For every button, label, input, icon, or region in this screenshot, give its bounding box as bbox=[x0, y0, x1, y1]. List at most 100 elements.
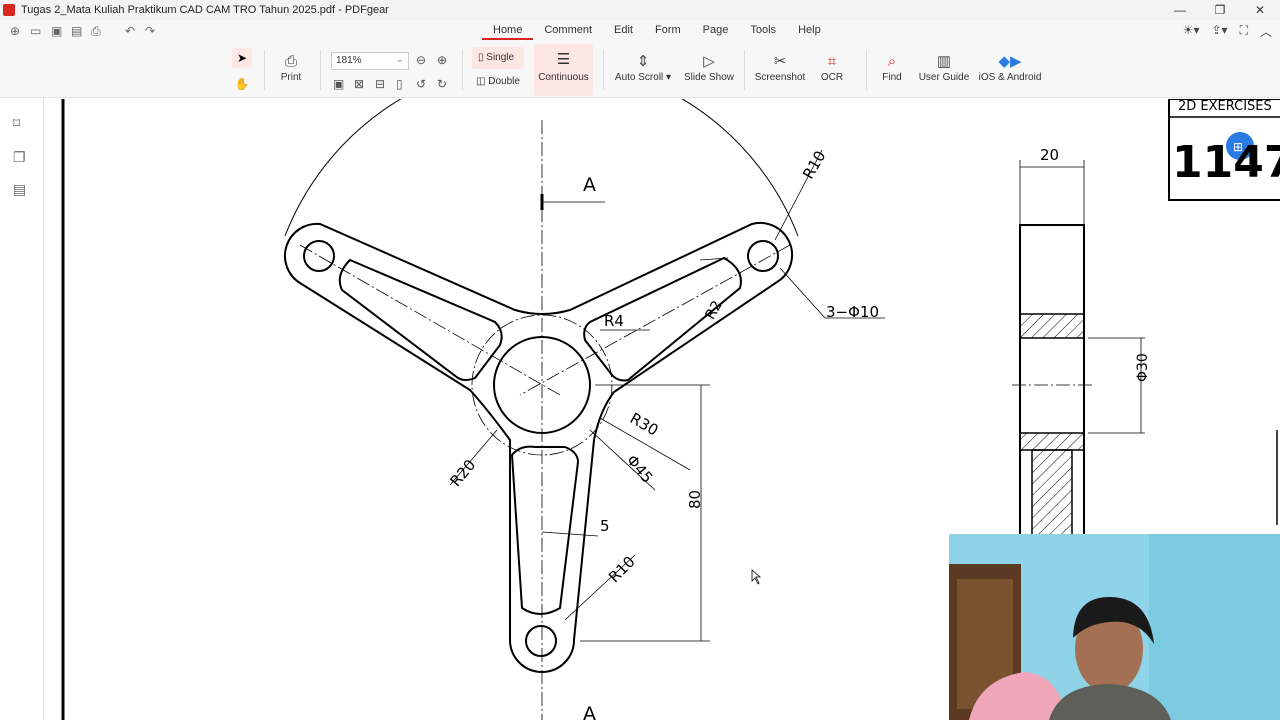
chevron-down-icon: ⌄ bbox=[395, 54, 404, 65]
undo-icon[interactable]: ↶ bbox=[125, 24, 135, 38]
left-sidebar: ⌑ ❐ ▤ bbox=[0, 99, 44, 720]
side-view bbox=[1019, 224, 1085, 536]
bracket-outline bbox=[283, 221, 794, 673]
find-icon: ⌕ bbox=[887, 53, 897, 70]
dim-r30: R30 bbox=[627, 409, 662, 439]
rotate-left-icon[interactable]: ↺ bbox=[416, 77, 426, 91]
fullscreen-icon[interactable]: ⛶ bbox=[1240, 23, 1248, 40]
ios-android-button[interactable]: ◆▶ iOS & Android bbox=[976, 52, 1044, 83]
window-title: Tugas 2_Mata Kuliah Praktikum CAD CAM TR… bbox=[21, 4, 389, 16]
double-page-icon: ◫ bbox=[476, 76, 489, 87]
hand-tool-icon[interactable]: ✋ bbox=[232, 74, 252, 94]
fit-height-icon[interactable]: ▯ bbox=[396, 77, 403, 91]
toolbar-separator bbox=[462, 50, 463, 90]
double-page-button[interactable]: ◫ Double bbox=[476, 76, 520, 87]
tab-comment[interactable]: Comment bbox=[533, 22, 603, 40]
dim-80: 80 bbox=[686, 490, 704, 509]
toolbar-separator bbox=[744, 50, 745, 90]
fit-width-icon[interactable]: ⊟ bbox=[375, 77, 385, 91]
auto-scroll-icon: ⇕ bbox=[636, 53, 650, 70]
fit-page-icon[interactable]: ⊠ bbox=[354, 77, 364, 91]
ocr-icon: ⌗ bbox=[827, 53, 837, 70]
actual-size-icon[interactable]: ▣ bbox=[333, 77, 344, 91]
toolbar-separator bbox=[866, 50, 867, 90]
zoom-out-icon[interactable]: ⊖ bbox=[416, 53, 426, 67]
zoom-in-icon[interactable]: ⊕ bbox=[437, 53, 447, 67]
theme-icon[interactable]: ☀▾ bbox=[1183, 23, 1200, 40]
printer-icon: ⎙ bbox=[284, 53, 297, 70]
chevron-down-icon: ▾ bbox=[663, 72, 672, 83]
exercises-header: 2D EXERCISES bbox=[1178, 99, 1272, 114]
print-quick-icon[interactable]: ⎙ bbox=[91, 24, 101, 39]
print-label: Print bbox=[280, 72, 302, 83]
close-button[interactable]: ✕ bbox=[1240, 3, 1280, 17]
section-label-bottom: A bbox=[583, 703, 596, 720]
ios-android-label: iOS & Android bbox=[978, 72, 1042, 83]
minimize-button[interactable]: — bbox=[1160, 3, 1200, 17]
dim-d45: Φ45 bbox=[623, 451, 657, 486]
tab-tools[interactable]: Tools bbox=[739, 22, 787, 40]
mouse-cursor-icon bbox=[751, 569, 762, 585]
toolbar-separator bbox=[320, 50, 321, 90]
redo-icon[interactable]: ↷ bbox=[145, 24, 155, 38]
auto-scroll-button[interactable]: ⇕ Auto Scroll ▾ bbox=[613, 52, 673, 83]
dim-holes: 3−Φ10 bbox=[826, 303, 879, 321]
ocr-button[interactable]: ⌗ OCR bbox=[815, 52, 849, 83]
user-guide-button[interactable]: ▥ User Guide bbox=[916, 52, 972, 83]
open-folder-icon[interactable]: ▭ bbox=[30, 24, 41, 38]
continuous-button[interactable]: ☰ Continuous bbox=[534, 44, 593, 96]
webcam-feed bbox=[949, 534, 1280, 720]
restore-button[interactable]: ❐ bbox=[1200, 3, 1240, 17]
single-page-button[interactable]: ▯ Single bbox=[472, 47, 524, 69]
bookmark-icon[interactable]: ⌑ bbox=[13, 115, 20, 132]
dim-r4: R4 bbox=[604, 312, 624, 330]
slide-show-button[interactable]: ▷ Slide Show bbox=[682, 52, 736, 83]
menu-bar: ⊕ ▭ ▣ ▤ ⎙ ↶ ↷ Home Comment Edit Form Pag… bbox=[0, 20, 1280, 42]
toolbar-separator bbox=[603, 50, 604, 90]
dim-d30: Φ30 bbox=[1135, 353, 1151, 382]
dim-20: 20 bbox=[1040, 146, 1059, 164]
outer-arc-dimension bbox=[284, 99, 799, 237]
tab-home[interactable]: Home bbox=[482, 22, 534, 40]
continuous-label: Continuous bbox=[538, 72, 589, 83]
section-label-top: A bbox=[583, 174, 596, 196]
dim-5: 5 bbox=[600, 517, 610, 535]
new-file-icon[interactable]: ⊕ bbox=[10, 24, 20, 38]
save-icon[interactable]: ▣ bbox=[51, 24, 62, 38]
print-button[interactable]: ⎙ Print bbox=[274, 52, 308, 83]
single-label: Single bbox=[486, 52, 515, 63]
slide-show-icon: ▷ bbox=[703, 53, 715, 70]
zoom-select[interactable]: 181% ⌄ bbox=[331, 52, 409, 70]
find-button[interactable]: ⌕ Find bbox=[876, 52, 908, 83]
rotate-right-icon[interactable]: ↻ bbox=[437, 77, 447, 91]
scissors-icon: ✂ bbox=[773, 53, 787, 70]
slide-show-label: Slide Show bbox=[683, 72, 735, 83]
tab-page[interactable]: Page bbox=[692, 22, 740, 40]
tab-help[interactable]: Help bbox=[787, 22, 832, 40]
save-as-icon[interactable]: ▤ bbox=[71, 24, 82, 38]
menu-tabs: Home Comment Edit Form Page Tools Help bbox=[482, 22, 832, 40]
exercise-number: 1147 bbox=[1172, 137, 1280, 188]
share-icon[interactable]: ⇪▾ bbox=[1212, 23, 1228, 40]
book-icon: ▥ bbox=[936, 53, 952, 70]
find-label: Find bbox=[882, 72, 902, 83]
screenshot-button[interactable]: ✂ Screenshot bbox=[752, 52, 808, 83]
ribbon-toolbar: ➤ ✋ ⎙ Print 181% ⌄ ⊖ ⊕ ▣ ⊠ ⊟ ▯ ↺ ↻ ▯ Sin… bbox=[0, 42, 1280, 98]
zoom-value: 181% bbox=[336, 55, 362, 66]
dim-r20: R20 bbox=[447, 456, 480, 490]
right-toolbar: ☀▾ ⇪▾ ⛶ ︿ bbox=[1183, 23, 1272, 40]
user-guide-label: User Guide bbox=[918, 72, 970, 83]
dim-r10-bottom: R10 bbox=[605, 553, 639, 587]
auto-scroll-label: Auto Scroll bbox=[614, 72, 664, 83]
tab-form[interactable]: Form bbox=[644, 22, 692, 40]
app-store-icon: ◆▶ bbox=[998, 53, 1022, 70]
dim-r10-top: R10 bbox=[799, 148, 829, 183]
collapse-ribbon-icon[interactable]: ︿ bbox=[1260, 23, 1272, 40]
pdfgear-logo-icon bbox=[3, 4, 15, 16]
double-label: Double bbox=[488, 76, 520, 87]
comments-icon[interactable]: ▤ bbox=[13, 181, 26, 198]
continuous-icon: ☰ bbox=[556, 51, 571, 68]
tab-edit[interactable]: Edit bbox=[603, 22, 644, 40]
select-tool-icon[interactable]: ➤ bbox=[232, 48, 252, 68]
thumbnails-icon[interactable]: ❐ bbox=[13, 149, 26, 166]
